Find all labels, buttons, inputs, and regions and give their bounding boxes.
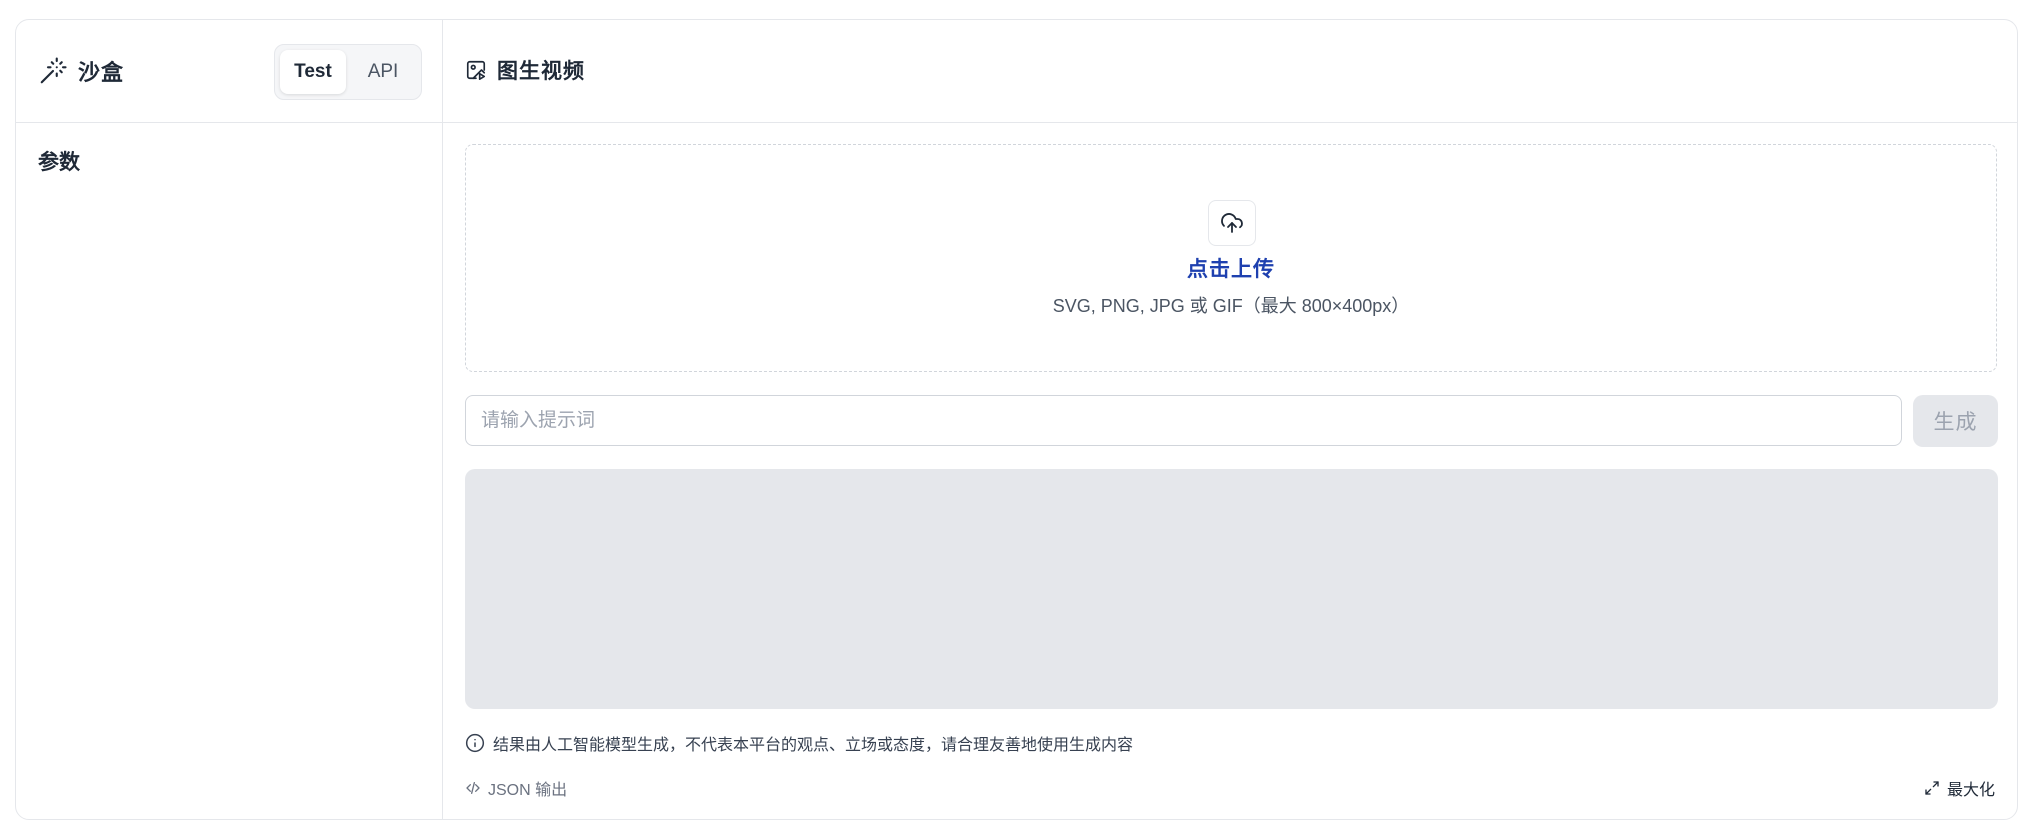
upload-hint: SVG, PNG, JPG 或 GIF（最大 800×400px） <box>1052 296 1410 316</box>
prompt-input[interactable] <box>465 395 1902 446</box>
tab-api[interactable]: API <box>350 50 416 94</box>
generate-button[interactable]: 生成 <box>1913 395 1998 447</box>
sidebar-title: 沙盒 <box>78 60 125 85</box>
page-title-text: 图生视频 <box>497 60 585 83</box>
json-output-toggle[interactable]: JSON 输出 <box>465 776 567 800</box>
cloud-upload-icon <box>1208 200 1256 246</box>
disclaimer-text: 结果由人工智能模型生成，不代表本平台的观点、立场或态度，请合理友善地使用生成内容 <box>493 737 1134 754</box>
sidebar-brand: 沙盒 <box>38 55 124 87</box>
image-to-video-icon <box>465 59 487 81</box>
maximize-button[interactable]: 最大化 <box>1924 776 1995 800</box>
mode-toggle: Test API <box>274 44 422 100</box>
expand-icon <box>1924 780 1940 796</box>
sidebar-header: 沙盒 Test API <box>16 20 442 123</box>
upload-link[interactable]: 点击上传 <box>466 253 1996 283</box>
maximize-label: 最大化 <box>1946 782 1995 799</box>
sandbox-card: 沙盒 Test API 参数 图生视频 点击上传 SVG, PNG, JPG 或… <box>15 19 2018 820</box>
tab-test[interactable]: Test <box>280 50 346 94</box>
code-icon <box>465 780 481 796</box>
disclaimer: 结果由人工智能模型生成，不代表本平台的观点、立场或态度，请合理友善地使用生成内容 <box>465 731 1133 755</box>
magic-wand-icon <box>38 56 68 86</box>
params-heading: 参数 <box>38 151 80 174</box>
sidebar-panel: 沙盒 Test API 参数 <box>16 20 443 819</box>
json-output-label: JSON 输出 <box>488 782 568 799</box>
main-header: 图生视频 <box>443 20 2017 123</box>
upload-dropzone[interactable]: 点击上传 SVG, PNG, JPG 或 GIF（最大 800×400px） <box>465 144 1997 372</box>
info-circle-icon <box>465 733 485 753</box>
page-title: 图生视频 <box>465 55 585 85</box>
main-panel: 图生视频 点击上传 SVG, PNG, JPG 或 GIF（最大 800×400… <box>443 20 2017 819</box>
result-area <box>465 469 1998 709</box>
